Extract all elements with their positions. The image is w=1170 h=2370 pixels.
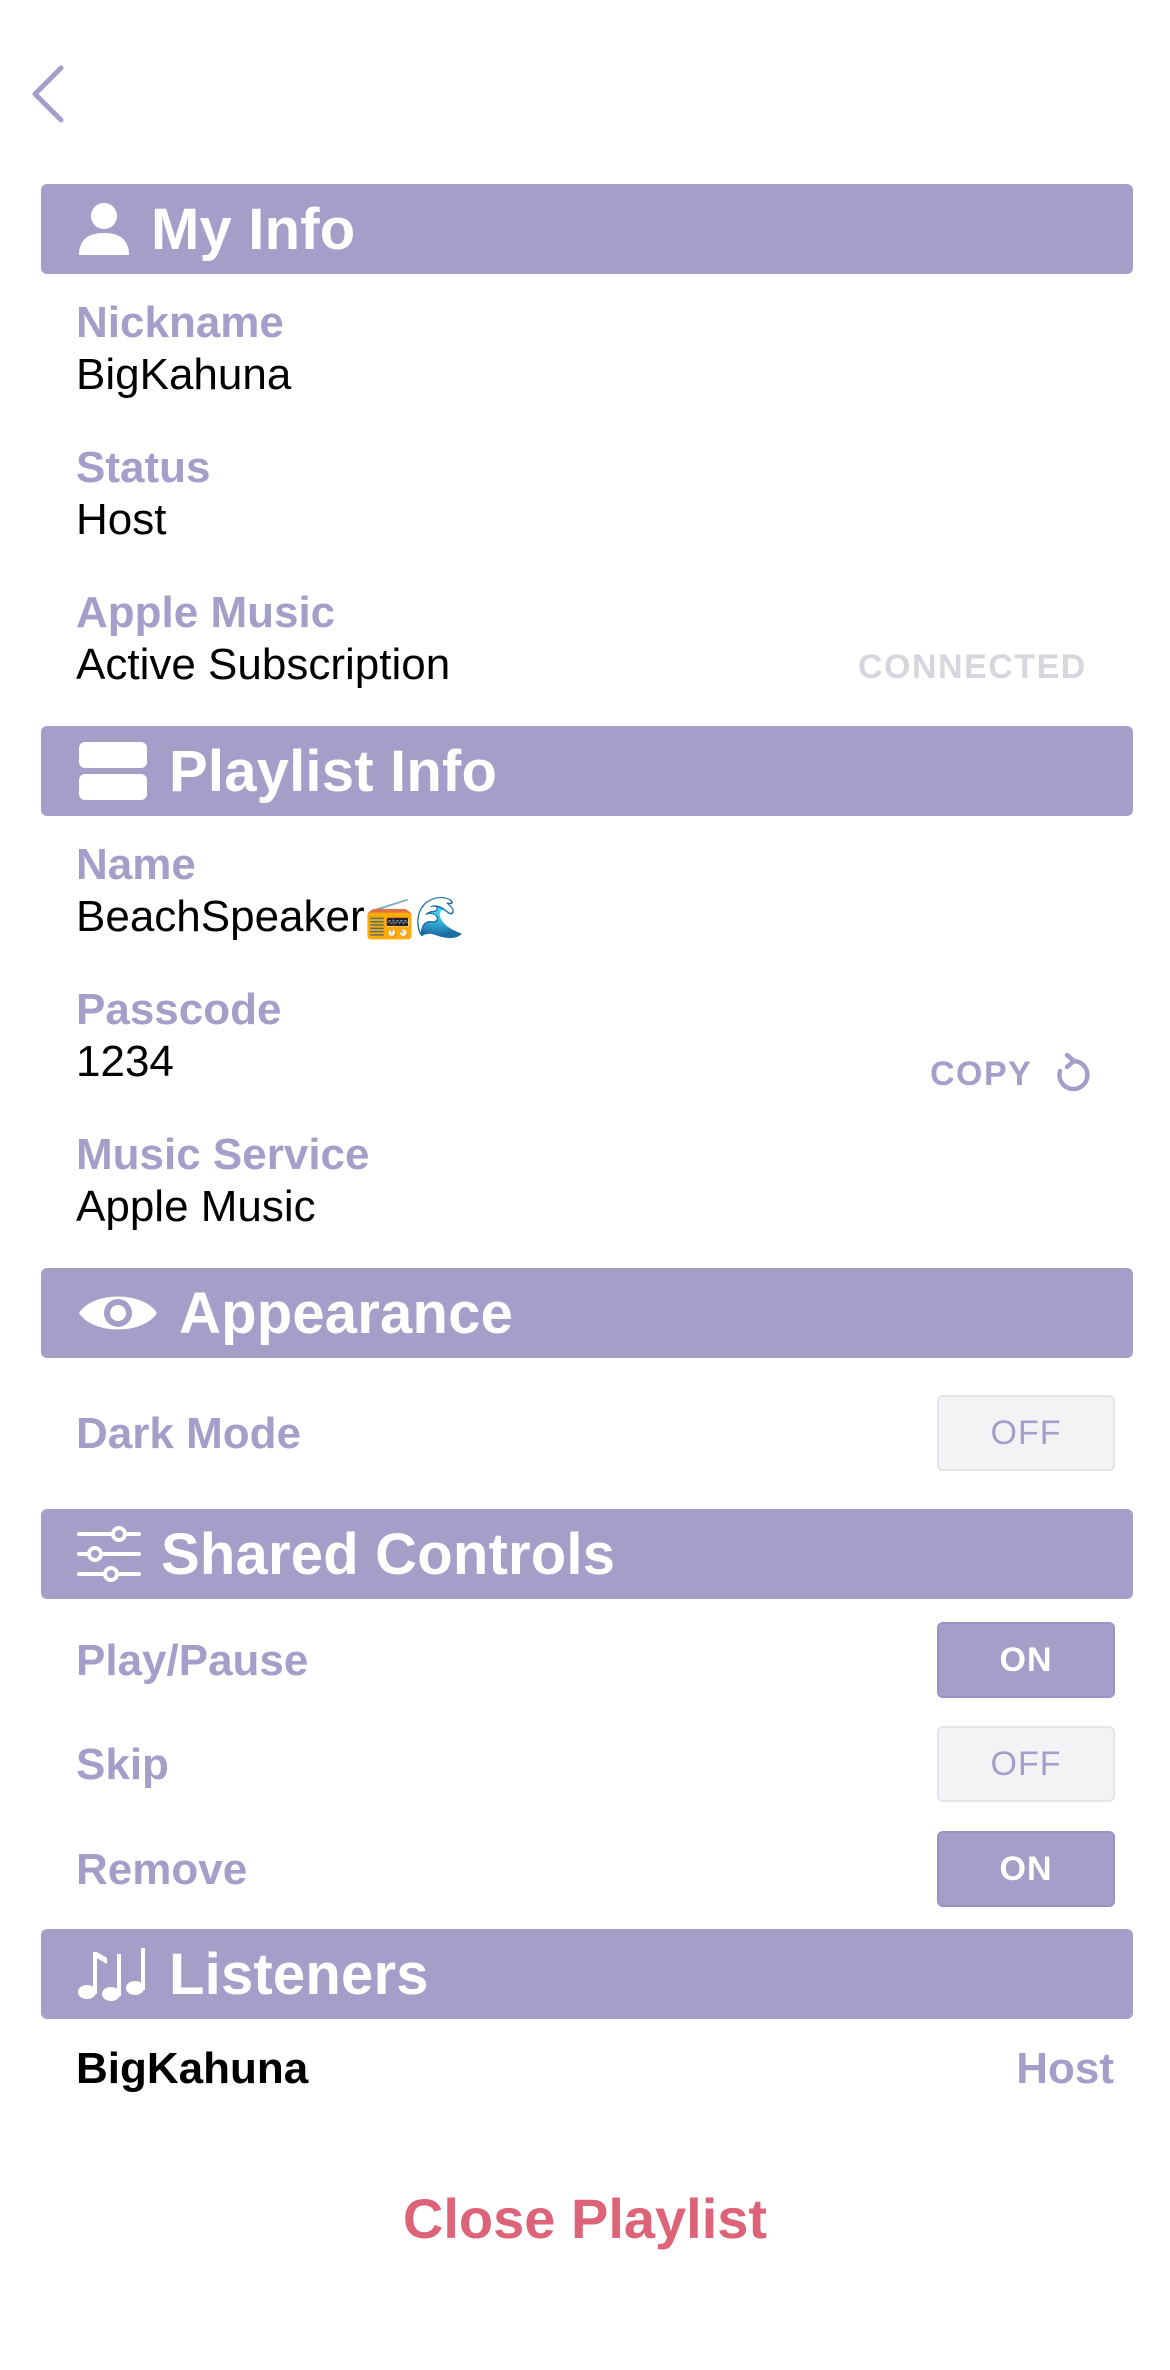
- passcode-value: 1234: [76, 1037, 174, 1086]
- dark-mode-label: Dark Mode: [76, 1409, 301, 1458]
- status-value: Host: [76, 495, 167, 544]
- section-title: My Info: [151, 196, 356, 262]
- section-title: Appearance: [179, 1280, 514, 1346]
- play-pause-toggle[interactable]: ON: [937, 1622, 1115, 1698]
- listener-role: Host: [1016, 2044, 1114, 2093]
- eye-icon: [77, 1287, 159, 1339]
- nickname-label: Nickname: [76, 298, 284, 347]
- back-button[interactable]: [28, 62, 68, 126]
- playlist-info-header: Playlist Info: [41, 726, 1133, 816]
- close-playlist-button[interactable]: Close Playlist: [0, 2186, 1170, 2251]
- chevron-left-icon: [32, 65, 64, 123]
- passcode-label: Passcode: [76, 985, 282, 1034]
- remove-label: Remove: [76, 1845, 248, 1894]
- playlist-name-label: Name: [76, 840, 196, 889]
- skip-label: Skip: [76, 1740, 169, 1789]
- play-pause-label: Play/Pause: [76, 1636, 309, 1685]
- dark-mode-toggle[interactable]: OFF: [937, 1395, 1115, 1471]
- refresh-icon[interactable]: [1054, 1053, 1092, 1095]
- stacked-rectangles-icon: [77, 740, 149, 802]
- playlist-name-value: BeachSpeaker📻🌊: [76, 892, 465, 941]
- apple-music-label: Apple Music: [76, 588, 336, 637]
- listeners-header: Listeners: [41, 1929, 1133, 2019]
- connection-status-badge: CONNECTED: [858, 648, 1087, 686]
- status-label: Status: [76, 443, 211, 492]
- remove-toggle[interactable]: ON: [937, 1831, 1115, 1907]
- nickname-value: BigKahuna: [76, 350, 292, 399]
- section-title: Listeners: [169, 1941, 429, 2007]
- music-service-value: Apple Music: [76, 1182, 316, 1231]
- copy-label: COPY: [930, 1054, 1033, 1093]
- section-title: Playlist Info: [169, 738, 498, 804]
- music-notes-icon: [77, 1944, 149, 2004]
- my-info-header: My Info: [41, 184, 1133, 274]
- shared-controls-header: Shared Controls: [41, 1509, 1133, 1599]
- appearance-header: Appearance: [41, 1268, 1133, 1358]
- section-title: Shared Controls: [161, 1521, 616, 1587]
- skip-toggle[interactable]: OFF: [937, 1726, 1115, 1802]
- apple-music-value: Active Subscription: [76, 640, 451, 689]
- sliders-icon: [77, 1526, 141, 1582]
- playlist-name-emojis: 📻🌊: [364, 896, 465, 940]
- music-service-label: Music Service: [76, 1130, 370, 1179]
- listener-name: BigKahuna: [76, 2044, 309, 2093]
- person-icon: [77, 201, 131, 257]
- copy-passcode-button[interactable]: COPY: [930, 1044, 1092, 1104]
